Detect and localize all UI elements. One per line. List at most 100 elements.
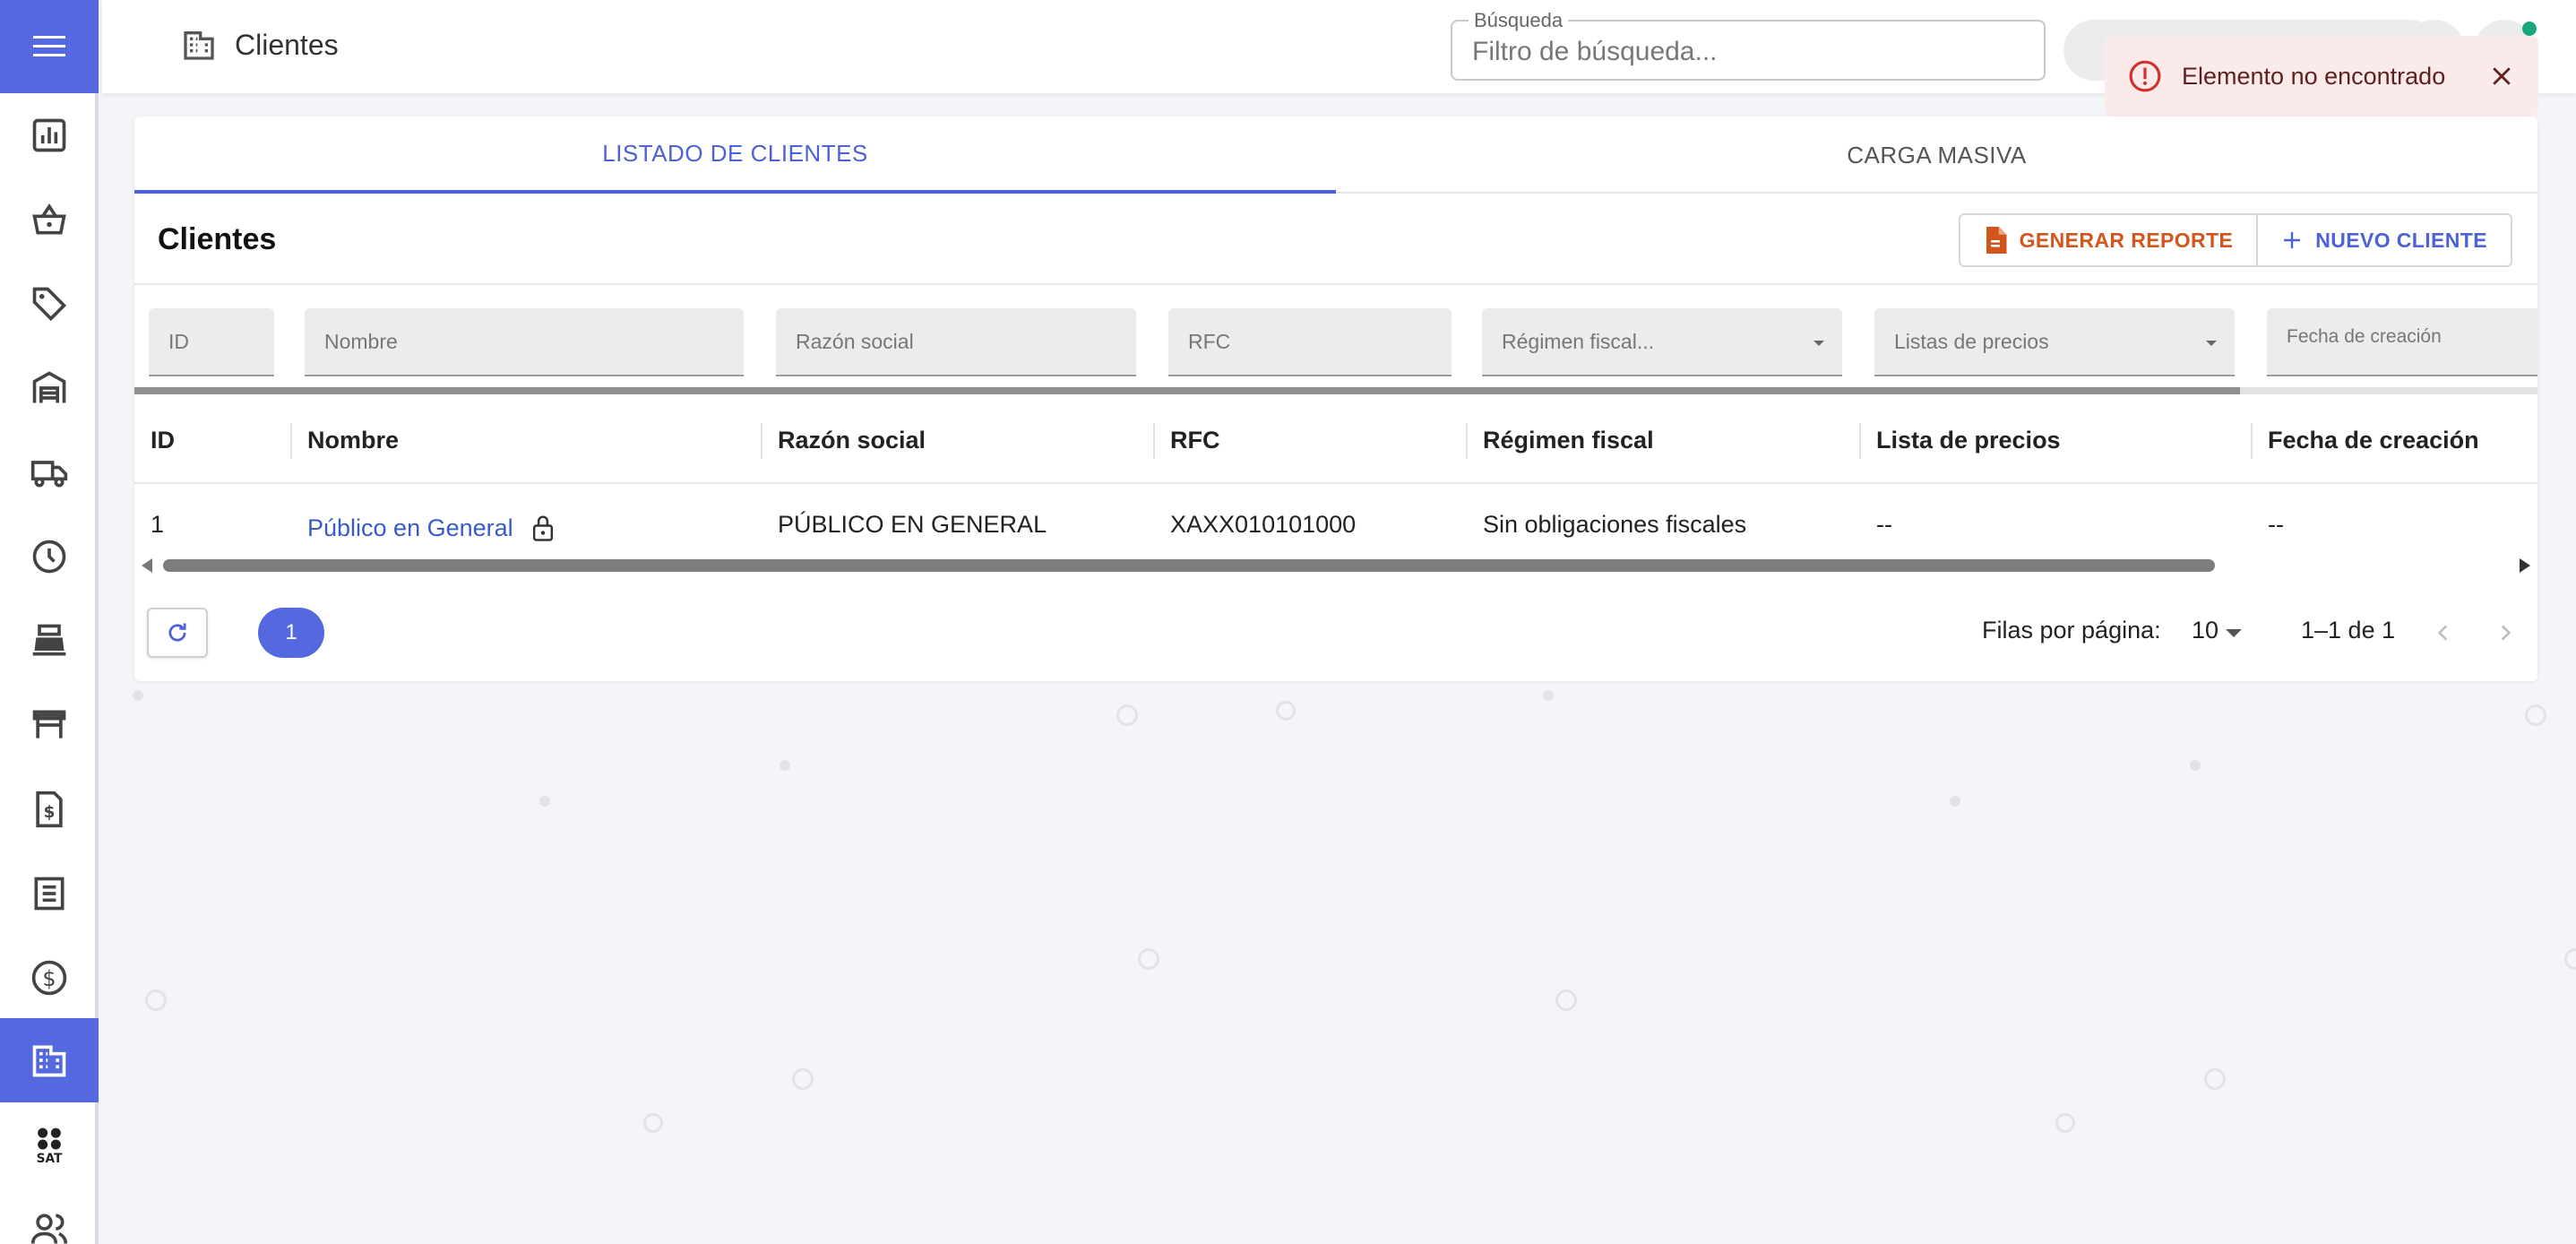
column-header-nombre[interactable]: Nombre bbox=[291, 396, 399, 484]
filter-fecha-creacion[interactable]: Fecha de creación bbox=[2267, 308, 2537, 376]
scroll-left-icon[interactable] bbox=[142, 558, 152, 573]
background-decoration bbox=[780, 760, 790, 771]
clock-icon bbox=[32, 540, 66, 574]
table-row[interactable]: 1 Público en General PÚBLICO EN GENERAL … bbox=[134, 484, 2537, 565]
invoice-icon: $ bbox=[36, 790, 63, 828]
users-icon bbox=[30, 1214, 68, 1244]
page-button-1[interactable]: 1 bbox=[258, 608, 324, 658]
column-divider bbox=[1466, 423, 1468, 459]
background-decoration bbox=[2525, 704, 2546, 726]
background-decoration bbox=[1116, 704, 1138, 726]
column-header-lista-precios[interactable]: Lista de precios bbox=[1860, 396, 2061, 484]
filter-regimen-fiscal[interactable]: Régimen fiscal... bbox=[1482, 308, 1842, 376]
chevron-right-icon bbox=[2501, 625, 2511, 641]
building-icon bbox=[184, 31, 214, 60]
sidebar-item-dashboard[interactable] bbox=[0, 93, 99, 177]
sidebar-item-shipping[interactable] bbox=[0, 430, 99, 514]
table-header: ID Nombre Razón social RFC Régimen fisca… bbox=[134, 396, 2537, 484]
cell-razon-social: PÚBLICO EN GENERAL bbox=[778, 510, 1047, 538]
sidebar-item-cash-register[interactable] bbox=[0, 599, 99, 683]
background-decoration bbox=[643, 1113, 663, 1133]
filter-id[interactable]: ID bbox=[149, 308, 274, 376]
menu-toggle-button[interactable] bbox=[0, 0, 99, 93]
filter-nombre[interactable]: Nombre bbox=[305, 308, 744, 376]
background-decoration bbox=[1543, 690, 1554, 701]
chevron-down-icon[interactable] bbox=[2226, 629, 2242, 637]
error-toast: Elemento no encontrado bbox=[2105, 36, 2538, 117]
cell-rfc: XAXX010101000 bbox=[1170, 510, 1357, 538]
refresh-button[interactable] bbox=[147, 608, 208, 658]
generate-report-label: GENERAR REPORTE bbox=[2019, 228, 2234, 252]
cell-id: 1 bbox=[151, 510, 165, 538]
sidebar-item-products[interactable] bbox=[0, 262, 99, 346]
column-divider bbox=[761, 423, 762, 459]
background-decoration bbox=[133, 690, 143, 701]
sidebar-item-invoices[interactable]: $ bbox=[0, 767, 99, 851]
refresh-icon bbox=[168, 623, 186, 642]
sidebar-item-history[interactable] bbox=[0, 514, 99, 599]
close-icon[interactable] bbox=[2488, 63, 2515, 90]
column-header-id[interactable]: ID bbox=[134, 396, 175, 484]
sidebar-item-payments[interactable]: $ bbox=[0, 936, 99, 1020]
horizontal-scrollbar[interactable] bbox=[134, 554, 2537, 577]
document-icon bbox=[1986, 227, 2007, 254]
column-divider bbox=[2251, 423, 2253, 459]
background-decoration bbox=[2564, 948, 2576, 970]
column-divider bbox=[1859, 423, 1861, 459]
dropdown-caret-icon bbox=[2206, 341, 2217, 346]
background-decoration bbox=[1950, 796, 1960, 807]
filter-nombre-placeholder: Nombre bbox=[324, 329, 398, 353]
sidebar-item-users[interactable] bbox=[0, 1187, 99, 1244]
loading-bar-fill bbox=[134, 387, 2240, 394]
filter-razon-placeholder: Razón social bbox=[796, 329, 914, 353]
loading-bar bbox=[134, 387, 2537, 394]
new-client-button[interactable]: NUEVO CLIENTE bbox=[2258, 215, 2511, 265]
chevron-left-icon bbox=[2437, 625, 2448, 641]
background-decoration bbox=[792, 1068, 814, 1090]
column-header-fecha-creacion[interactable]: Fecha de creación bbox=[2252, 396, 2479, 484]
column-header-rfc[interactable]: RFC bbox=[1154, 396, 1220, 484]
toast-message: Elemento no encontrado bbox=[2182, 62, 2446, 90]
plus-icon bbox=[2284, 232, 2301, 248]
search-label: Búsqueda bbox=[1469, 9, 1569, 32]
generate-report-button[interactable]: GENERAR REPORTE bbox=[1960, 215, 2259, 265]
column-header-regimen-fiscal[interactable]: Régimen fiscal bbox=[1467, 396, 1654, 484]
filter-rfc[interactable]: RFC bbox=[1168, 308, 1452, 376]
column-header-razon-social[interactable]: Razón social bbox=[762, 396, 926, 484]
action-buttons: GENERAR REPORTE NUEVO CLIENTE bbox=[1958, 213, 2512, 267]
cash-register-icon bbox=[32, 624, 66, 656]
scrollbar-thumb[interactable] bbox=[163, 559, 2215, 572]
rows-per-page-select[interactable]: 10 bbox=[2192, 617, 2218, 644]
scroll-right-icon[interactable] bbox=[2520, 558, 2530, 573]
background-decoration bbox=[1555, 989, 1577, 1011]
sidebar-item-warehouse[interactable] bbox=[0, 346, 99, 430]
search-input[interactable]: Búsqueda Filtro de búsqueda... bbox=[1451, 9, 2046, 81]
filter-listas-precios[interactable]: Listas de precios bbox=[1874, 308, 2235, 376]
next-page-button[interactable] bbox=[2487, 615, 2523, 651]
svg-text:$: $ bbox=[42, 966, 56, 991]
filter-fecha-placeholder: Fecha de creación bbox=[2287, 326, 2442, 347]
shopping-basket-icon bbox=[32, 203, 66, 235]
background-decoration bbox=[539, 796, 550, 807]
cell-lista-precios: -- bbox=[1876, 510, 1892, 538]
client-name-link[interactable]: Público en General bbox=[307, 514, 513, 542]
tab-client-list[interactable]: LISTADO DE CLIENTES bbox=[134, 117, 1336, 194]
lock-icon bbox=[532, 515, 553, 541]
sidebar-item-sat[interactable]: SAT bbox=[0, 1102, 99, 1187]
pagination-range: 1–1 de 1 bbox=[2301, 617, 2396, 644]
dollar-icon: $ bbox=[31, 960, 67, 996]
sidebar-item-sales[interactable] bbox=[0, 177, 99, 262]
search-placeholder: Filtro de búsqueda... bbox=[1472, 37, 1718, 66]
filter-razon-social[interactable]: Razón social bbox=[776, 308, 1136, 376]
card-title: Clientes bbox=[158, 222, 277, 256]
receipt-icon bbox=[34, 877, 65, 911]
page-title: Clientes bbox=[235, 28, 339, 61]
background-decoration bbox=[1138, 948, 1159, 970]
previous-page-button[interactable] bbox=[2425, 615, 2461, 651]
background-decoration bbox=[1276, 701, 1296, 721]
filter-listas-placeholder: Listas de precios bbox=[1894, 329, 2049, 353]
sidebar-item-tables[interactable] bbox=[0, 683, 99, 767]
tab-bulk-upload[interactable]: CARGA MASIVA bbox=[1336, 117, 2537, 194]
sidebar-item-clients[interactable] bbox=[0, 1018, 99, 1102]
sidebar-item-receipts[interactable] bbox=[0, 851, 99, 936]
